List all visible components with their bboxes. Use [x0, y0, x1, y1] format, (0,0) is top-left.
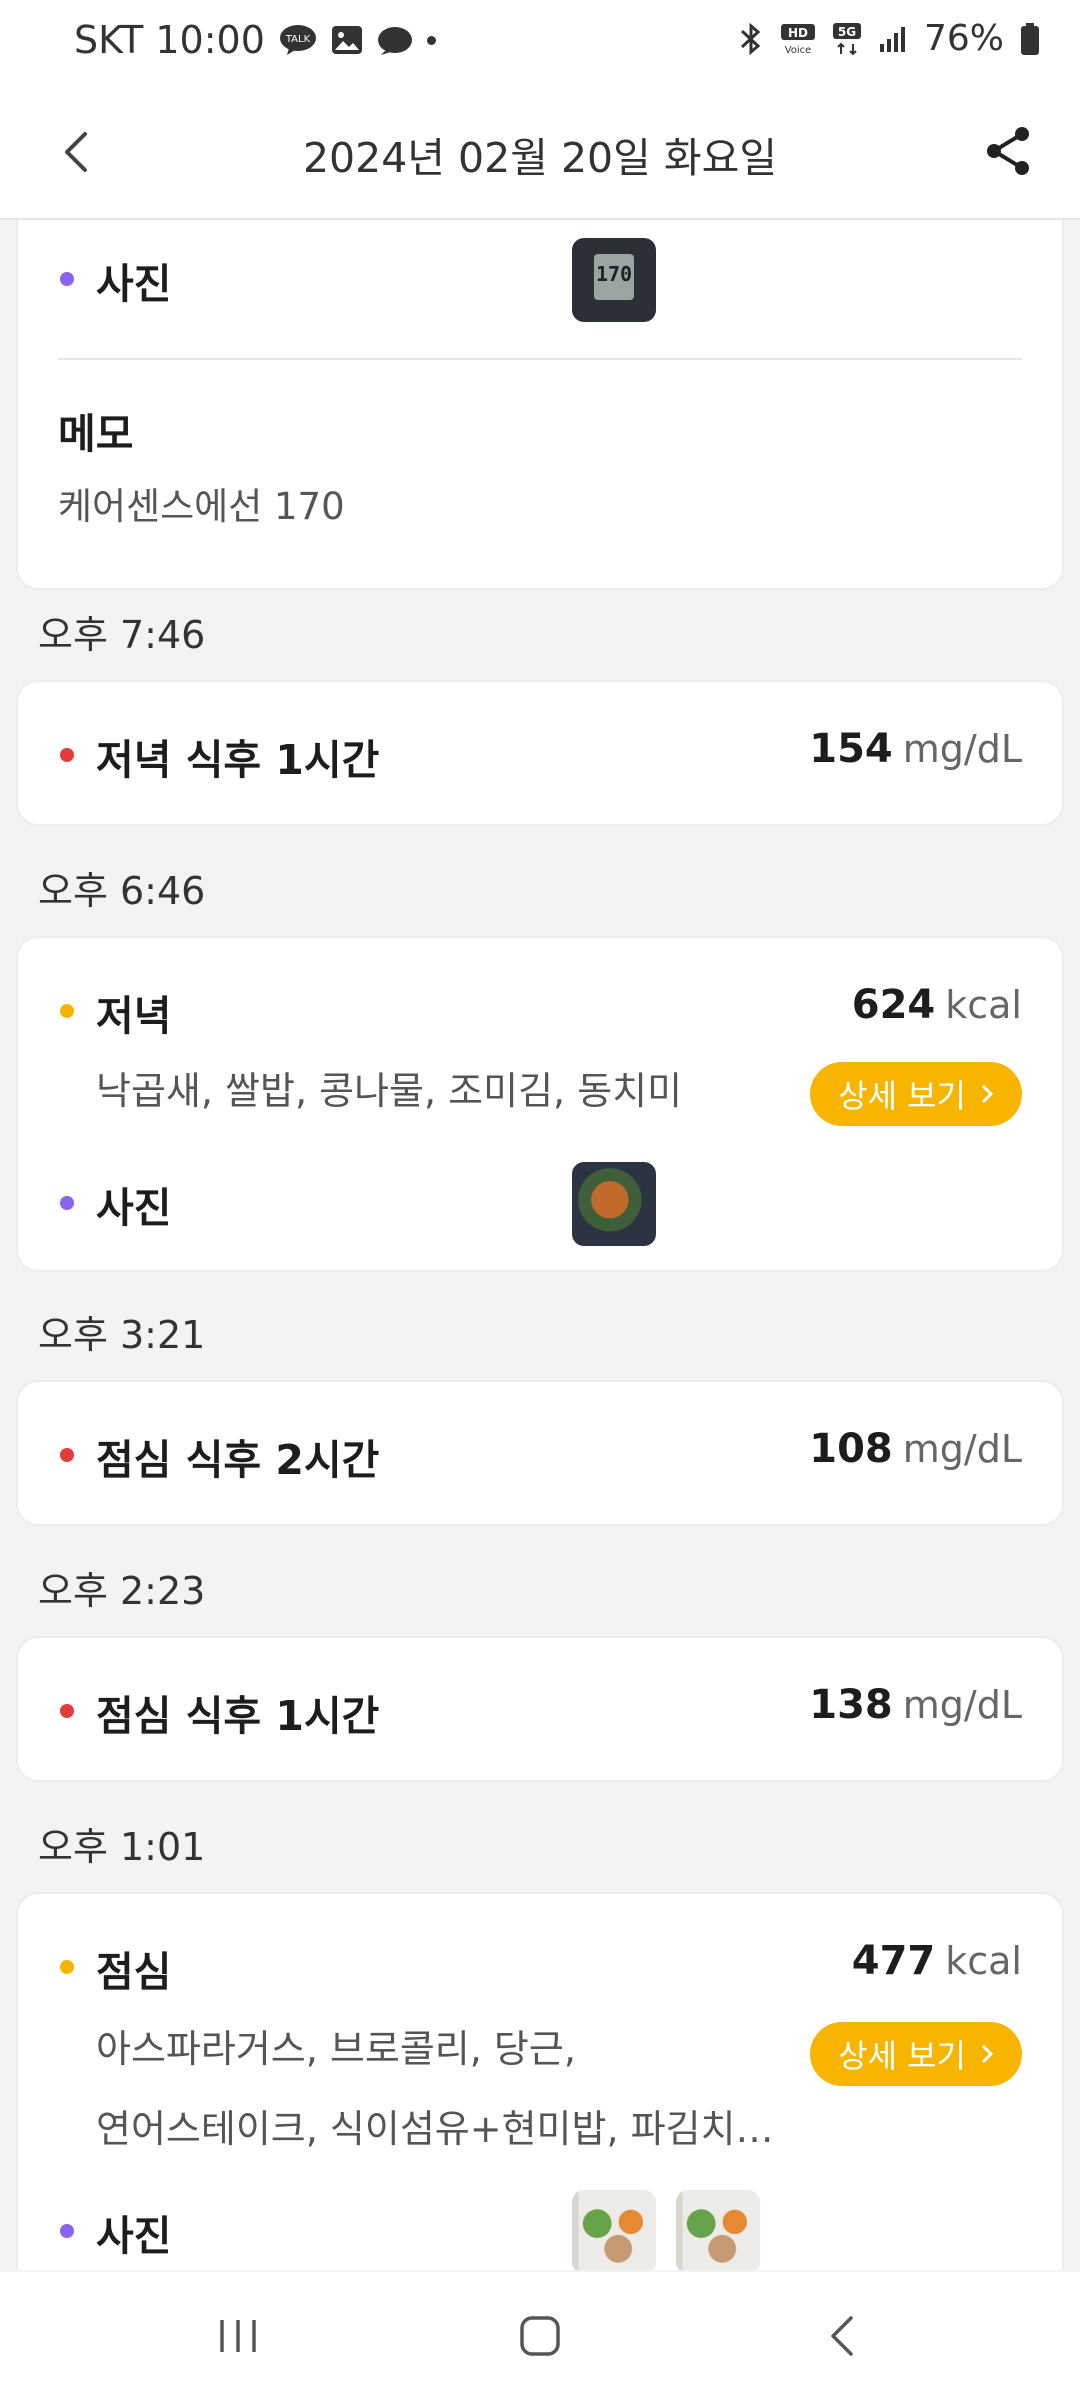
status-left: SKT 10:00 TALK	[74, 18, 436, 62]
memo-label: 메모	[58, 410, 134, 458]
entry-label: 점심	[96, 1948, 172, 1996]
meal-entry-card[interactable]: 저녁 624 kcal 낙곱새, 쌀밥, 콩나물, 조미김, 동치미 상세 보기 …	[16, 936, 1064, 1272]
5g-icon: 5G	[832, 22, 862, 56]
photo-label: 사진	[96, 260, 172, 308]
divider	[58, 358, 1022, 360]
entry-time: 오후 1:01	[38, 1825, 206, 1869]
meter-reading: 170	[595, 262, 633, 286]
value-unit: mg/dL	[902, 1683, 1022, 1727]
value-number: 624	[851, 982, 936, 1028]
status-right: HD Voice 5G 76%	[738, 18, 1040, 59]
value-number: 108	[809, 1426, 893, 1472]
value-number: 138	[809, 1682, 893, 1728]
entry-label: 저녁 식후 1시간	[96, 736, 380, 784]
entry-time: 오후 3:21	[38, 1313, 206, 1357]
photo-dot	[60, 2224, 74, 2238]
meal-foods: 낙곱새, 쌀밥, 콩나물, 조미김, 동치미	[96, 1069, 683, 1113]
photo-thumbnail[interactable]	[572, 2190, 656, 2270]
gallery-icon	[331, 25, 363, 55]
value-unit: kcal	[945, 983, 1022, 1027]
glucose-value: 138 mg/dL	[809, 1682, 1022, 1728]
threads-icon	[377, 25, 413, 55]
kakaotalk-icon: TALK	[279, 24, 317, 56]
photo-label: 사진	[96, 2212, 172, 2260]
recent-apps-button[interactable]	[198, 2306, 278, 2366]
timeline-list[interactable]: 사진 170 메모 케어센스에선 170 오후 7:46 저녁 식후 1시간 1…	[0, 220, 1080, 2270]
value-unit: mg/dL	[902, 727, 1022, 771]
photo-label: 사진	[96, 1184, 172, 1232]
entry-time: 오후 7:46	[38, 613, 206, 657]
value-unit: mg/dL	[902, 1427, 1022, 1471]
svg-text:5G: 5G	[838, 25, 856, 39]
photo-thumbnail[interactable]	[676, 2190, 760, 2270]
photo-thumbnail[interactable]	[572, 1162, 656, 1246]
value-number: 154	[809, 726, 893, 772]
meal-foods-line1: 아스파라거스, 브로콜리, 당근,	[96, 2027, 576, 2071]
photo-thumbnail[interactable]: 170	[572, 238, 656, 322]
entry-time: 오후 2:23	[38, 1569, 206, 1613]
calorie-value: 624 kcal	[852, 982, 1022, 1028]
entry-label: 점심 식후 1시간	[96, 1692, 380, 1740]
entry-time: 오후 6:46	[38, 869, 206, 913]
home-icon	[520, 2316, 560, 2356]
battery-icon	[1020, 22, 1040, 56]
back-icon	[831, 2316, 853, 2356]
app-bar: 2024년 02월 20일 화요일	[0, 90, 1080, 220]
glucose-dot	[60, 1448, 74, 1462]
calorie-value: 477 kcal	[852, 1938, 1022, 1984]
notification-dot-icon	[426, 35, 436, 45]
svg-text:TALK: TALK	[285, 34, 311, 45]
system-navigation-bar	[0, 2272, 1080, 2400]
page-title: 2024년 02월 20일 화요일	[302, 134, 778, 182]
value-number: 477	[851, 1938, 936, 1984]
svg-text:Voice: Voice	[785, 45, 812, 55]
detail-button[interactable]: 상세 보기	[810, 1062, 1022, 1126]
meal-dot	[60, 1960, 74, 1974]
share-button[interactable]	[976, 118, 1042, 184]
photo-dot	[60, 1196, 74, 1210]
detail-button-label: 상세 보기	[838, 2037, 966, 2075]
battery-percent: 76%	[923, 18, 1004, 59]
bluetooth-icon	[738, 22, 764, 56]
entry-label: 저녁	[96, 992, 172, 1040]
recent-apps-icon	[220, 2320, 256, 2352]
share-icon	[987, 127, 1029, 175]
meal-dot	[60, 1004, 74, 1018]
glucose-dot	[60, 1704, 74, 1718]
memo-text: 케어센스에선 170	[58, 485, 345, 528]
memo-card: 사진 170 메모 케어센스에선 170	[16, 220, 1064, 590]
chevron-right-icon	[981, 1084, 994, 1104]
hd-voice-icon: HD Voice	[780, 23, 816, 55]
glucose-value: 108 mg/dL	[809, 1426, 1022, 1472]
carrier-time: SKT 10:00	[74, 18, 265, 62]
glucose-dot	[60, 748, 74, 762]
entry-label: 점심 식후 2시간	[96, 1436, 380, 1484]
value-unit: kcal	[945, 1939, 1022, 1983]
glucose-entry-card[interactable]: 점심 식후 2시간 108 mg/dL	[16, 1380, 1064, 1526]
chevron-right-icon	[981, 2044, 994, 2064]
signal-icon	[878, 24, 908, 54]
detail-button-label: 상세 보기	[838, 1077, 966, 1115]
glucose-entry-card[interactable]: 저녁 식후 1시간 154 mg/dL	[16, 680, 1064, 826]
svg-text:HD: HD	[788, 26, 808, 40]
status-bar: SKT 10:00 TALK HD Voice 5G 76%	[0, 0, 1080, 90]
home-button[interactable]	[500, 2306, 580, 2366]
glucose-value: 154 mg/dL	[809, 726, 1022, 772]
system-back-button[interactable]	[802, 2306, 882, 2366]
detail-button[interactable]: 상세 보기	[810, 2022, 1022, 2086]
photo-dot	[60, 272, 74, 286]
meal-foods-line2: 연어스테이크, 식이섬유+현미밥, 파김치…	[96, 2107, 774, 2151]
glucose-entry-card[interactable]: 점심 식후 1시간 138 mg/dL	[16, 1636, 1064, 1782]
meal-entry-card[interactable]: 점심 477 kcal 아스파라거스, 브로콜리, 당근, 연어스테이크, 식이섬…	[16, 1892, 1064, 2270]
